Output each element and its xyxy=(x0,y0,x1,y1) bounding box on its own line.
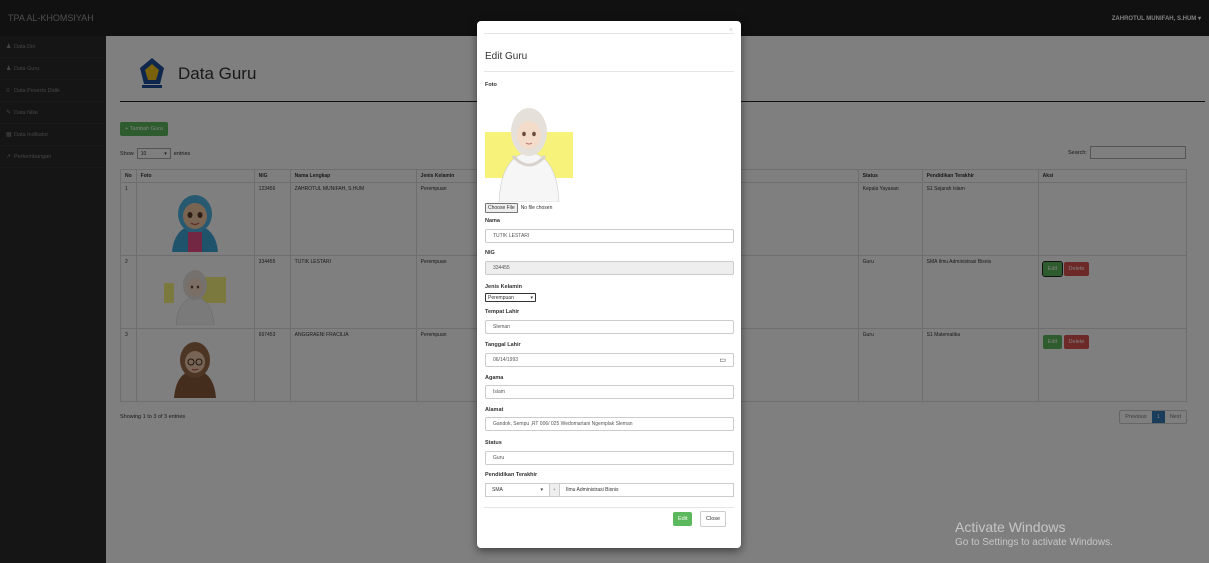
nig-input: 334455 xyxy=(485,261,734,275)
divider xyxy=(484,71,734,72)
pendidikan-level-value: SMA xyxy=(492,487,503,493)
divider xyxy=(484,507,734,508)
edit-teacher-modal: × Edit Guru Foto Choose File No file cho… xyxy=(477,21,741,548)
nama-label: Nama xyxy=(485,218,500,224)
tanggal-lahir-value: 06/14/1993 xyxy=(493,357,519,363)
nig-label: NIG xyxy=(485,250,495,256)
status-label: Status xyxy=(485,440,502,446)
tanggal-lahir-input[interactable]: 06/14/1993 ▭ xyxy=(485,353,734,367)
pendidikan-label: Pendidikan Terakhir xyxy=(485,472,538,478)
pendidikan-jurusan-input[interactable]: Ilmu Administrasi Bisnis xyxy=(560,483,734,497)
windows-activation-watermark: Activate Windows Go to Settings to activ… xyxy=(955,519,1113,548)
alamat-label: Alamat xyxy=(485,407,504,413)
calendar-icon[interactable]: ▭ xyxy=(719,356,726,364)
chevron-down-icon: ▾ xyxy=(530,294,533,301)
watermark-subtitle: Go to Settings to activate Windows. xyxy=(955,537,1113,548)
watermark-title: Activate Windows xyxy=(955,519,1066,535)
agama-input[interactable]: Islam xyxy=(485,385,734,399)
jenis-kelamin-value: Perempuan xyxy=(488,294,514,301)
alamat-input[interactable]: Gandok, Sempu ,RT 006/ 025 Wedomartani N… xyxy=(485,417,734,431)
save-edit-button[interactable]: Edit xyxy=(673,512,693,526)
foto-label: Foto xyxy=(485,82,497,88)
file-input[interactable]: Choose File No file chosen xyxy=(485,203,552,213)
choose-file-button[interactable]: Choose File xyxy=(485,203,518,213)
jenis-kelamin-select[interactable]: Perempuan ▾ xyxy=(485,293,536,302)
jenis-kelamin-label: Jenis Kelamin xyxy=(485,284,522,290)
agama-label: Agama xyxy=(485,375,504,381)
nama-input[interactable]: TUTIK LESTARI xyxy=(485,229,734,243)
divider xyxy=(484,33,734,34)
current-photo-preview xyxy=(485,94,573,202)
chevron-down-icon: ▾ xyxy=(540,487,543,493)
file-status: No file chosen xyxy=(520,205,553,211)
status-input[interactable]: Guru xyxy=(485,451,734,465)
input-group-addon: + xyxy=(550,483,560,497)
tempat-lahir-label: Tempat Lahir xyxy=(485,309,520,315)
tempat-lahir-input[interactable]: Sleman xyxy=(485,320,734,334)
modal-title: Edit Guru xyxy=(485,51,528,62)
close-button[interactable]: Close xyxy=(700,511,727,527)
pendidikan-level-select[interactable]: SMA ▾ xyxy=(485,483,550,497)
pendidikan-input-group: SMA ▾ + Ilmu Administrasi Bisnis xyxy=(485,483,734,497)
tanggal-lahir-label: Tanggal Lahir xyxy=(485,342,521,348)
